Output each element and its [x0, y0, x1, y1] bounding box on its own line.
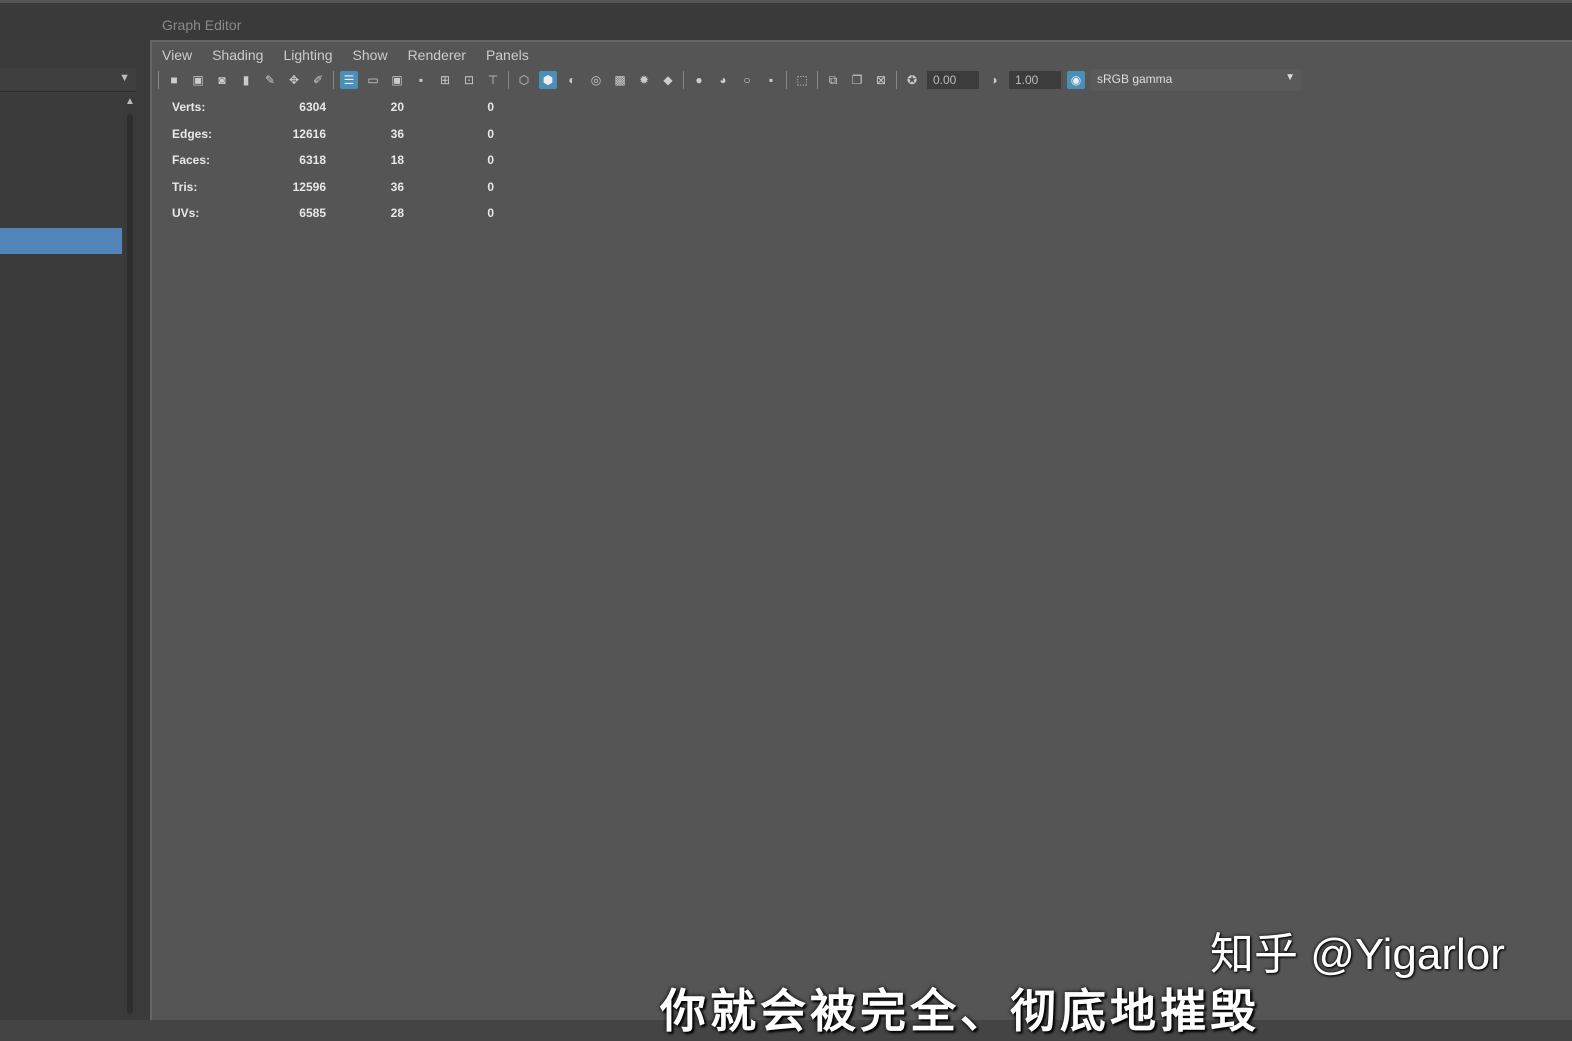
hud-value: 36 [390, 179, 404, 194]
hud-value: 0 [487, 126, 494, 141]
watermark: 知乎 @Yigarlor [1210, 930, 1505, 979]
isolate-select-icon[interactable]: ⬚ [793, 71, 811, 89]
hud-value: 12596 [292, 179, 326, 194]
xray-components-icon[interactable]: ⊠ [872, 71, 890, 89]
hud-value: 0 [487, 206, 494, 221]
antialiasing-icon[interactable]: ○ [738, 71, 756, 89]
hud-row-edges: Edges: 12616 36 0 [172, 121, 494, 148]
exposure-icon[interactable]: ✪ [903, 71, 921, 89]
grid-icon[interactable]: ☰ [340, 71, 358, 89]
top-bar: Graph Editor [0, 0, 1572, 40]
hud-value: 18 [390, 153, 404, 168]
screen-space-ao-icon[interactable]: ● [690, 71, 708, 89]
hud-row-faces: Faces: 6318 18 0 [172, 147, 494, 174]
xray-joints-icon[interactable]: ❐ [848, 71, 866, 89]
hud-value: 6585 [299, 206, 326, 221]
color-management-icon[interactable]: ◉ [1067, 71, 1085, 89]
menu-renderer[interactable]: Renderer [408, 47, 466, 63]
smooth-shade-icon[interactable]: ⬢ [539, 71, 557, 89]
hud-row-verts: Verts: 6304 20 0 [172, 94, 494, 121]
safe-title-icon[interactable]: ⊤ [484, 71, 502, 89]
textured-icon[interactable]: ▩ [611, 71, 629, 89]
outliner-dropdown[interactable]: ▼ [0, 68, 136, 92]
default-material-icon[interactable]: ◐ [563, 71, 581, 89]
hud-value: 36 [390, 126, 404, 141]
menu-lighting[interactable]: Lighting [283, 47, 332, 63]
viewport-menubar: View Shading Lighting Show Renderer Pane… [162, 44, 529, 66]
camera-lock-icon[interactable]: ▣ [189, 71, 207, 89]
menu-show[interactable]: Show [353, 47, 388, 63]
viewport-panel: View Shading Lighting Show Renderer Pane… [150, 40, 1572, 1020]
hud-value: 6304 [299, 100, 326, 115]
hud-label: Tris: [172, 179, 198, 194]
grease-pencil-icon[interactable]: ✐ [309, 71, 327, 89]
viewport-toolbar: ■ ▣ ◙ ▮ ✎ ✥ ✐ ☰ ▭ ▣ ▪ ⊞ ⊡ ⊤ ⬡ ⬢ ◐ ◎ ▩ ✹ … [152, 66, 1572, 94]
hud-value: 20 [390, 100, 404, 115]
hud-label: Verts: [172, 100, 206, 115]
outliner-scrollbar[interactable]: ▲ [124, 96, 136, 1020]
poly-count-hud: Verts: 6304 20 0 Edges: 12616 36 0 Faces: 6318 1… [172, 94, 494, 227]
gamma-icon[interactable]: ◑ [985, 71, 1003, 89]
hud-row-uvs: UVs: 6585 28 0 [172, 200, 494, 227]
hud-value: 28 [390, 206, 404, 221]
2d-pan-icon[interactable]: ✥ [285, 71, 303, 89]
bookmark-icon[interactable]: ▮ [237, 71, 255, 89]
menu-panels[interactable]: Panels [486, 47, 529, 63]
scroll-up-icon[interactable]: ▲ [125, 96, 135, 107]
image-plane-icon[interactable]: ✎ [261, 71, 279, 89]
motion-blur-icon[interactable]: ◕ [714, 71, 732, 89]
hud-value: 6318 [299, 153, 326, 168]
menu-shading[interactable]: Shading [212, 47, 263, 63]
field-chart-icon[interactable]: ⊞ [436, 71, 454, 89]
menu-view[interactable]: View [162, 47, 192, 63]
video-subtitle: 你就会被完全、彻底地摧毁 [660, 985, 1260, 1037]
hud-value: 0 [487, 100, 494, 115]
resolution-gate-icon[interactable]: ▣ [388, 71, 406, 89]
camera-attr-icon[interactable]: ◙ [213, 71, 231, 89]
wireframe-icon[interactable]: ⬡ [515, 71, 533, 89]
xray-icon[interactable]: ⧉ [824, 71, 842, 89]
shadows-icon[interactable]: ◆ [659, 71, 677, 89]
gamma-input[interactable]: 1.00 [1009, 71, 1061, 89]
safe-action-icon[interactable]: ⊡ [460, 71, 478, 89]
film-gate-icon[interactable]: ▭ [364, 71, 382, 89]
lights-icon[interactable]: ✹ [635, 71, 653, 89]
outliner-selected-item[interactable] [0, 228, 122, 254]
hud-value: 0 [487, 179, 494, 194]
hud-label: UVs: [172, 206, 200, 221]
camera-icon[interactable]: ■ [165, 71, 183, 89]
color-space-value: sRGB gamma [1097, 72, 1173, 86]
graph-editor-title[interactable]: Graph Editor [162, 17, 241, 33]
color-space-dropdown[interactable]: sRGB gamma ▼ [1091, 69, 1301, 91]
gate-mask-icon[interactable]: ▪ [412, 71, 430, 89]
scroll-thumb[interactable] [127, 114, 133, 1014]
wireframe-on-shaded-icon[interactable]: ◎ [587, 71, 605, 89]
exposure-input[interactable]: 0.00 [927, 71, 979, 89]
hud-row-tris: Tris: 12596 36 0 [172, 174, 494, 201]
depth-of-field-icon[interactable]: ▪ [762, 71, 780, 89]
hud-value: 12616 [292, 126, 326, 141]
hud-label: Faces: [172, 153, 211, 168]
chevron-down-icon: ▼ [1285, 72, 1295, 83]
hud-value: 0 [487, 153, 494, 168]
chevron-down-icon: ▼ [119, 72, 130, 84]
hud-label: Edges: [172, 126, 213, 141]
